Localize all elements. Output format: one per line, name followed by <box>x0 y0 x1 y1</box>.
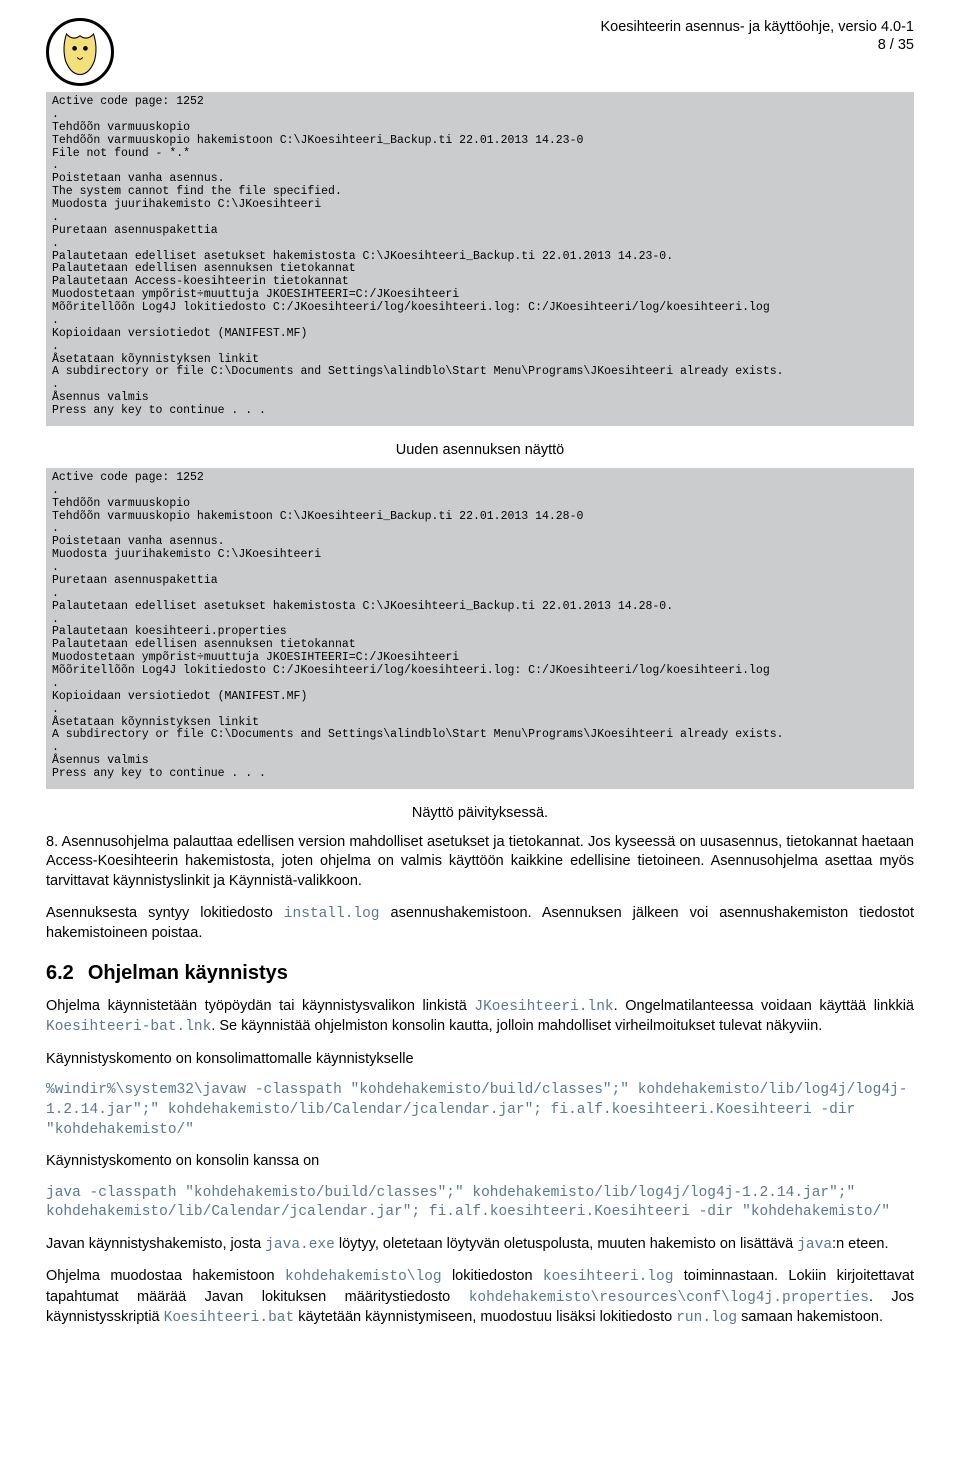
caption-new-install: Uuden asennuksen näyttö <box>46 442 914 458</box>
text: lokitiedoston <box>442 1268 543 1284</box>
page-number: 8 / 35 <box>122 36 914 54</box>
text: löytyy, oletetaan löytyvän oletuspolusta… <box>335 1236 797 1252</box>
text: Asennuksesta syntyy lokitiedosto <box>46 905 284 921</box>
install-log-note: Asennuksesta syntyy lokitiedosto install… <box>46 904 914 944</box>
text: Ohjelma muodostaa hakemistoon <box>46 1268 285 1284</box>
code-logdir: kohdehakemisto\log <box>285 1269 442 1285</box>
terminal-output-install: Active code page: 1252 . Tehdõõn varmuus… <box>46 92 914 426</box>
cmd1-label: Käynnistyskomento on konsolimattomalle k… <box>46 1050 914 1070</box>
heading-title: Ohjelman käynnistys <box>88 962 288 984</box>
heading-number: 6.2 <box>46 962 74 984</box>
terminal-output-update: Active code page: 1252 . Tehdõõn varmuus… <box>46 468 914 789</box>
text: Ohjelma käynnistetään työpöydän tai käyn… <box>46 998 474 1014</box>
club-logo <box>46 18 114 86</box>
code-lnk: JKoesihteeri.lnk <box>474 999 613 1015</box>
code-bat-lnk: Koesihteeri-bat.lnk <box>46 1019 211 1035</box>
code-install-log: install.log <box>284 906 380 922</box>
code-java-exe: java.exe <box>265 1237 335 1253</box>
start-instructions: Ohjelma käynnistetään työpöydän tai käyn… <box>46 997 914 1038</box>
code-java: java <box>797 1237 832 1253</box>
code-logfile: koesihteeri.log <box>543 1269 674 1285</box>
text: käytetään käynnistymiseen, muodostuu lis… <box>294 1309 676 1325</box>
text: samaan hakemistoon. <box>737 1309 883 1325</box>
page-header: Koesihteerin asennus- ja käyttöohje, ver… <box>46 18 914 86</box>
text: :n eteen. <box>832 1236 888 1252</box>
text: . Se käynnistää ohjelmiston konsolin kau… <box>211 1018 822 1034</box>
heading-6-2: 6.2 Ohjelman käynnistys <box>46 962 914 985</box>
doc-title: Koesihteerin asennus- ja käyttöohje, ver… <box>122 18 914 36</box>
step-8-text: 8. Asennusohjelma palauttaa edellisen ve… <box>46 833 914 892</box>
code-runlog: run.log <box>676 1310 737 1326</box>
caption-update: Näyttö päivityksessä. <box>46 805 914 821</box>
code-log4j-props: kohdehakemisto\resources\conf\log4j.prop… <box>469 1290 869 1306</box>
text: . Ongelmatilanteessa voidaan käyttää lin… <box>614 998 914 1014</box>
cmd2-label: Käynnistyskomento on konsolin kanssa on <box>46 1152 914 1172</box>
java-path-note: Javan käynnistyshakemisto, josta java.ex… <box>46 1235 914 1256</box>
code-bat: Koesihteeri.bat <box>164 1310 295 1326</box>
log-files-note: Ohjelma muodostaa hakemistoon kohdehakem… <box>46 1267 914 1329</box>
cmd2: java -classpath "kohdehakemisto/build/cl… <box>46 1184 914 1223</box>
cmd1: %windir%\system32\javaw -classpath "kohd… <box>46 1081 914 1140</box>
text: Javan käynnistyshakemisto, josta <box>46 1236 265 1252</box>
